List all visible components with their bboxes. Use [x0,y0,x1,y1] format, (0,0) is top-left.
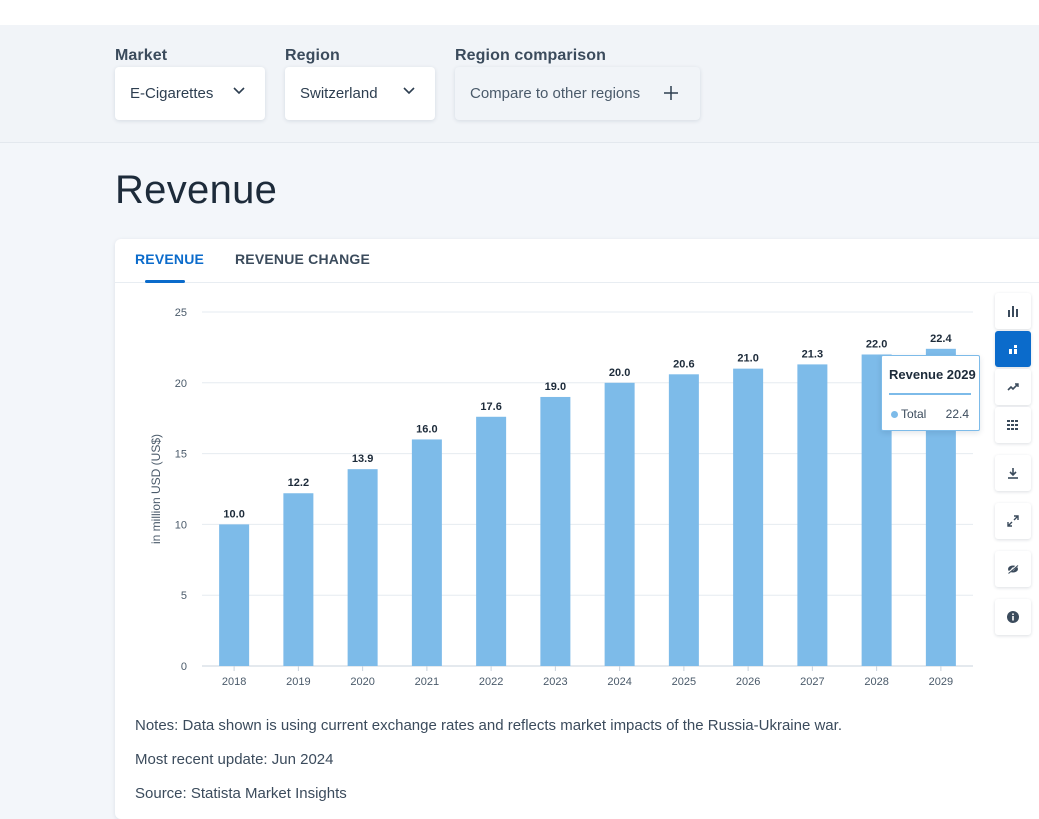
bar [797,364,828,666]
data-label: 20.6 [673,358,694,370]
x-tick-label: 2018 [222,676,246,688]
y-tick-label: 15 [175,449,187,461]
chart-card: REVENUE REVENUE CHANGE 0 5 10 15 20 25 in mill… [115,239,1039,819]
hide-icon [1007,564,1019,574]
x-tick-label: 2022 [479,676,503,688]
region-label: Region [285,47,340,64]
bar [604,382,635,666]
tooltip-value: 22.4 [945,407,969,421]
info-icon [1007,611,1019,623]
top-bar [0,0,1039,25]
x-tick-label: 2024 [607,676,631,688]
data-label: 22.0 [866,338,887,350]
bar [733,368,764,666]
x-tick-label: 2028 [864,676,888,688]
bar [476,416,507,666]
x-tick-label: 2023 [543,676,567,688]
market-select[interactable]: E-Cigarettes [115,67,265,120]
chart-update: Most recent update: Jun 2024 [135,751,334,768]
data-label: 21.0 [737,353,758,365]
market-filter: Market [115,47,167,67]
info-button[interactable] [995,599,1031,635]
revenue-bar-chart: 0510152025in million USD (US$) 10.0201812… [149,307,973,688]
x-tick-label: 2027 [800,676,824,688]
compare-regions-button[interactable]: Compare to other regions [455,67,700,120]
trend-line-icon [1007,383,1019,391]
chart-source: Source: Statista Market Insights [135,785,347,802]
bar [219,524,250,666]
x-tick-label: 2029 [929,676,953,688]
data-label: 20.0 [609,367,630,379]
y-tick-label: 20 [175,378,187,390]
data-label: 10.0 [223,508,244,520]
tooltip-series-name: Total [901,407,927,421]
data-label: 12.2 [288,477,309,489]
data-label: 13.9 [352,453,373,465]
bar [283,493,314,666]
x-tick-label: 2020 [350,676,374,688]
chart-tooltip: Revenue 2029 Total 22.4 [881,355,980,431]
bar [347,469,378,666]
x-tick-label: 2019 [286,676,310,688]
y-tick-label: 0 [181,661,187,673]
bar-chart-button[interactable] [995,293,1031,329]
plus-icon [664,86,678,100]
table-icon [1007,420,1018,430]
x-tick-label: 2021 [415,676,439,688]
data-label: 16.0 [416,423,437,435]
data-label: 17.6 [480,401,501,413]
data-label: 19.0 [545,381,566,393]
compare-regions-label: Compare to other regions [470,85,641,102]
region-select[interactable]: Switzerland [285,67,435,120]
comparison-label: Region comparison [455,47,607,64]
filter-bar: Market E-Cigarettes Region Switzerland R… [0,25,1039,143]
chevron-down-icon [403,87,415,95]
tooltip-divider [889,393,971,395]
tooltip-series-marker [891,411,898,418]
fullscreen-icon [1007,515,1019,527]
page-title: Revenue [115,168,278,212]
region-filter: Region [285,47,340,67]
x-tick-label: 2025 [672,676,696,688]
bar-chart-icon [1008,306,1018,317]
table-button[interactable] [995,407,1031,443]
data-label: 22.4 [930,333,952,345]
hide-button[interactable] [995,551,1031,587]
x-tick-label: 2026 [736,676,760,688]
download-button[interactable] [995,455,1031,491]
chevron-down-icon [233,87,245,95]
y-tick-label: 10 [175,519,187,531]
data-label: 21.3 [802,348,823,360]
chart-notes: Notes: Data shown is using current excha… [135,717,842,734]
market-label: Market [115,47,168,64]
stacked-bar-button[interactable] [995,331,1031,367]
comparison-filter: Region comparison [455,47,606,67]
bar [540,396,571,666]
download-icon [1008,468,1018,479]
bar [668,374,699,666]
tooltip-title: Revenue 2029 [889,367,976,382]
region-value: Switzerland [300,85,378,102]
fullscreen-button[interactable] [995,503,1031,539]
market-value: E-Cigarettes [130,85,214,102]
trend-line-button[interactable] [995,369,1031,405]
y-axis-title: in million USD (US$) [149,434,163,544]
y-tick-label: 25 [175,307,187,319]
bar [411,439,442,666]
stacked-bar-icon [1009,345,1017,354]
y-tick-label: 5 [181,590,187,602]
